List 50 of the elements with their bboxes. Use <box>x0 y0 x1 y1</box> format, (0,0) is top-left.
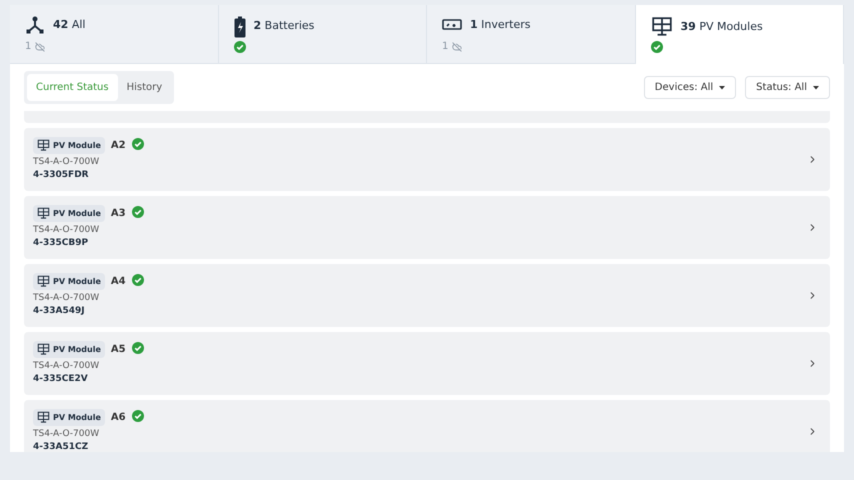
offline-count: 1 <box>25 40 32 54</box>
position-label: A5 <box>110 343 126 356</box>
inverter-icon <box>442 18 462 32</box>
position-label: A3 <box>110 207 126 220</box>
serial-label: 4-33A549J <box>33 305 86 318</box>
serial-label: 4-335CE2V <box>33 373 89 386</box>
device-tab[interactable]: 1 Inverters 1 <box>427 5 636 64</box>
solar-panel-icon <box>37 207 50 220</box>
filter-dropdown[interactable]: Devices: All <box>644 76 736 99</box>
device-tab[interactable]: 2 Batteries <box>218 5 427 64</box>
tab-label: 42 All <box>53 16 86 33</box>
device-card[interactable]: PV Module A4 TS4-A-O-700W 4-33A549J <box>24 264 830 327</box>
type-label: PV Module <box>53 208 101 220</box>
device-card[interactable]: PV Module A5 TS4-A-O-700W 4-335CE2V <box>24 332 830 395</box>
position-label: A4 <box>110 275 126 288</box>
solar-panel-icon <box>37 275 50 288</box>
serial-label: 4-33A51CZ <box>33 441 90 452</box>
tab-label: 2 Batteries <box>254 18 314 34</box>
filter-dropdown[interactable]: Status: All <box>745 76 830 99</box>
device-card[interactable]: PV Module A6 TS4-A-O-700W 4-33A51CZ <box>24 400 830 452</box>
device-card[interactable]: PV Module A2 TS4-A-O-700W 4-3305FDR <box>24 128 830 191</box>
solar-panel-icon <box>37 139 50 152</box>
device-tab[interactable]: 39 PV Modules <box>636 5 844 64</box>
model-label: TS4-A-O-700W <box>33 360 100 373</box>
model-label: TS4-A-O-700W <box>33 292 100 305</box>
type-label: PV Module <box>53 140 101 152</box>
device-tab[interactable]: 42 All 1 <box>10 5 218 64</box>
toggle-option[interactable]: Current Status <box>27 74 118 101</box>
model-label: TS4-A-O-700W <box>33 224 100 237</box>
toggle-option[interactable]: History <box>118 74 172 101</box>
solar-panel-icon <box>37 343 50 356</box>
position-label: A2 <box>110 139 126 152</box>
caret-icon <box>719 86 726 90</box>
type-label: PV Module <box>53 344 101 356</box>
solar-panel-icon <box>37 411 50 424</box>
solar-panel-icon <box>650 16 672 38</box>
model-label: TS4-A-O-700W <box>33 156 100 169</box>
battery-icon <box>234 16 246 38</box>
model-label: TS4-A-O-700W <box>33 428 100 441</box>
position-label: A6 <box>110 411 126 424</box>
serial-label: 4-3305FDR <box>33 169 90 182</box>
network-icon <box>25 15 45 35</box>
type-label: PV Module <box>53 412 101 424</box>
type-label: PV Module <box>53 276 101 288</box>
caret-icon <box>813 86 819 90</box>
tab-label: 1 Inverters <box>470 16 531 33</box>
offline-count: 1 <box>442 40 448 54</box>
device-card[interactable]: PV Module A3 TS4-A-O-700W 4-335CB9P <box>24 196 830 259</box>
serial-label: 4-335CB9P <box>33 237 90 250</box>
tab-label: 39 PV Modules <box>680 18 763 35</box>
